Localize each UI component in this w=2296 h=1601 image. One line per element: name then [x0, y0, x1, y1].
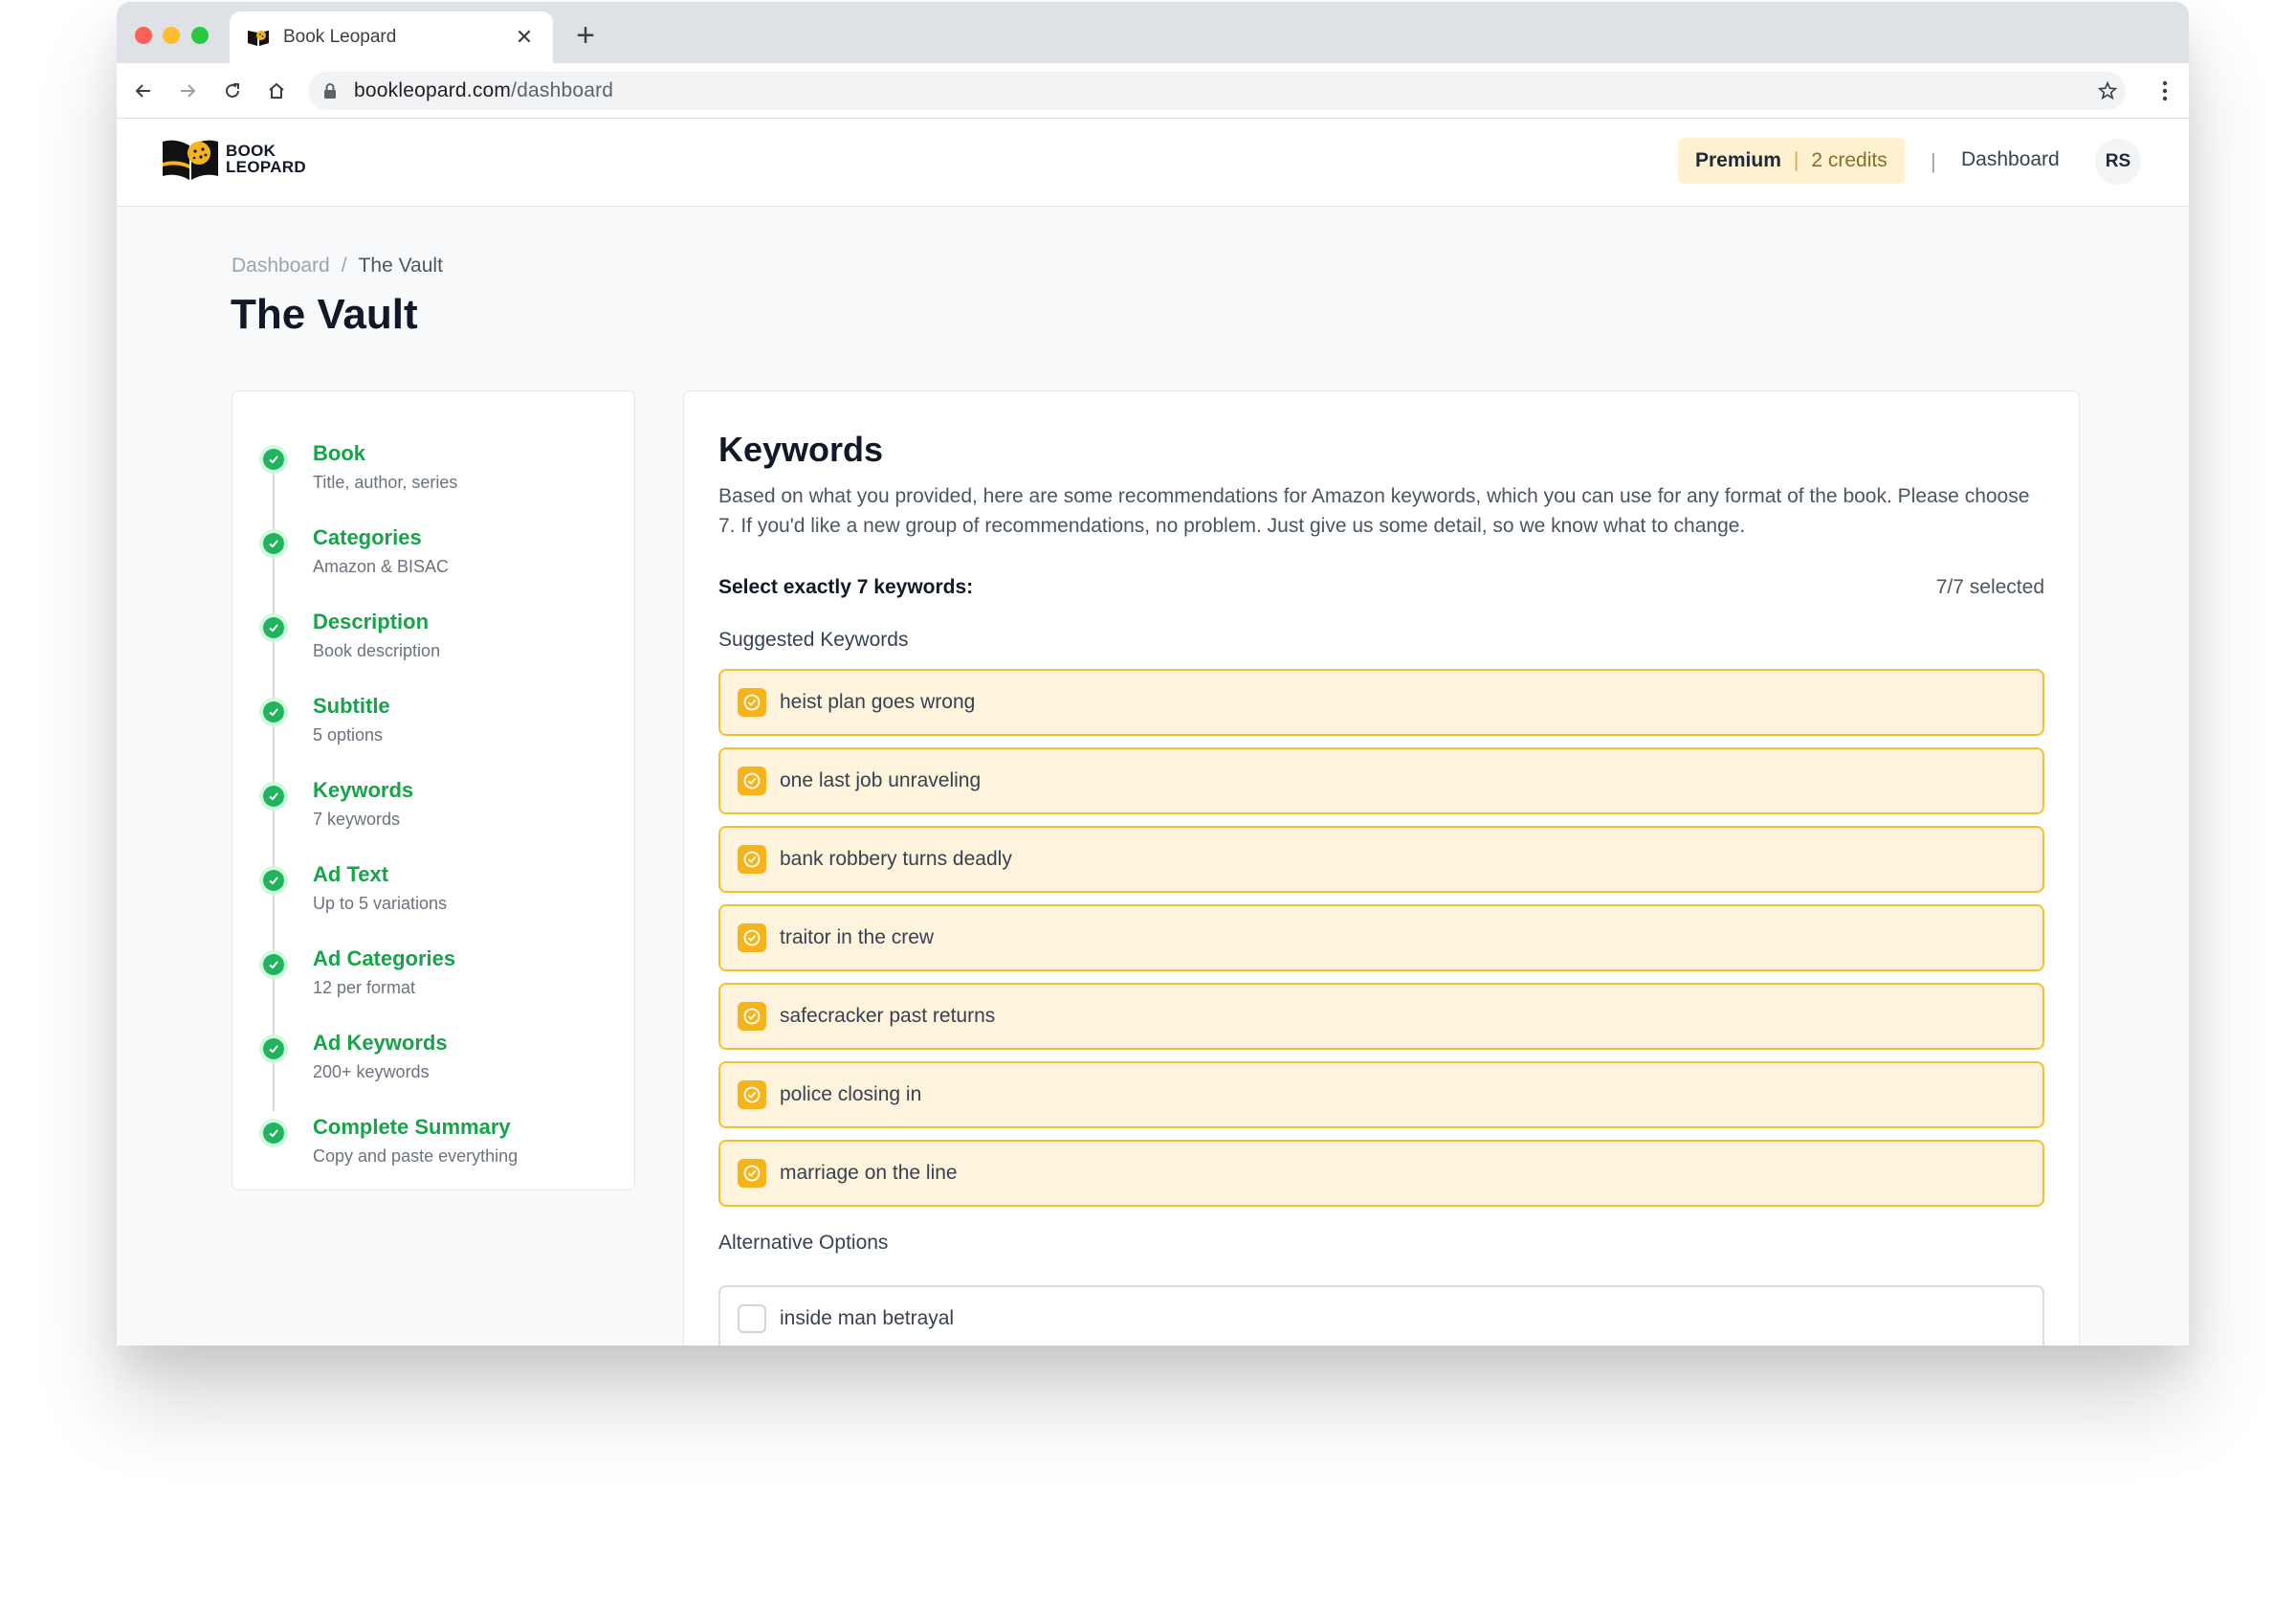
step-title: Ad Keywords	[313, 1031, 448, 1055]
step-title: Keywords	[313, 778, 414, 802]
close-window-button[interactable]	[135, 27, 152, 44]
step-subtitle: Title, author, series	[313, 473, 458, 492]
checked-checkbox-icon[interactable]	[738, 767, 766, 795]
breadcrumb: Dashboard / The Vault	[232, 255, 443, 278]
step-title: Categories	[313, 525, 422, 549]
plan-separator: |	[1793, 149, 1799, 171]
check-circle-icon	[259, 782, 288, 811]
keyword-option[interactable]: marriage on the line	[718, 1140, 2044, 1207]
step-subtitle: 7 keywords	[313, 810, 401, 829]
card-title: Keywords	[718, 430, 884, 469]
card-description: Based on what you provided, here are som…	[718, 485, 2030, 537]
credits-count: 2 credits	[1811, 149, 1888, 171]
select-instruction: Select exactly 7 keywords:	[718, 576, 974, 598]
step-title: Subtitle	[313, 694, 390, 718]
lock-icon	[324, 83, 336, 99]
keyword-text: inside man betrayal	[780, 1307, 955, 1329]
checked-checkbox-icon[interactable]	[738, 923, 766, 952]
step-title: Complete Summary	[313, 1115, 511, 1139]
keyword-option[interactable]: heist plan goes wrong	[718, 669, 2044, 736]
leopard-favicon-icon	[248, 31, 269, 46]
browser-window: Book Leopard ✕ + bookleopard.com/dashboa…	[117, 2, 2189, 1345]
keyword-text: safecracker past returns	[780, 1005, 996, 1027]
forward-arrow-icon[interactable]	[173, 77, 202, 105]
step-subtitle: 5 options	[313, 725, 384, 745]
home-icon[interactable]	[262, 77, 291, 105]
step-subtitle: 200+ keywords	[313, 1062, 430, 1081]
reload-icon[interactable]	[218, 77, 247, 105]
url-text: bookleopard.com/dashboard	[354, 79, 614, 101]
keyword-text: traitor in the crew	[780, 926, 935, 948]
plan-label: Premium	[1695, 149, 1781, 171]
keyword-text: marriage on the line	[780, 1162, 958, 1184]
suggested-keywords-heading: Suggested Keywords	[718, 629, 909, 651]
keyword-option[interactable]: traitor in the crew	[718, 904, 2044, 971]
keyword-option[interactable]: one last job unraveling	[718, 747, 2044, 814]
alternative-options-heading: Alternative Options	[718, 1232, 889, 1254]
browser-tab-bar: Book Leopard ✕ +	[117, 2, 2189, 63]
breadcrumb-separator: /	[341, 255, 347, 277]
checked-checkbox-icon[interactable]	[738, 1159, 766, 1188]
logo-wordmark: BOOK LEOPARD	[226, 142, 306, 176]
check-circle-icon	[259, 866, 288, 895]
step-subtitle: Amazon & BISAC	[313, 557, 450, 576]
breadcrumb-dashboard-link[interactable]: Dashboard	[232, 255, 330, 277]
breadcrumb-current: The Vault	[358, 255, 443, 277]
book-leopard-logo[interactable]: BOOK LEOPARD	[161, 134, 306, 184]
step-title: Ad Categories	[313, 946, 456, 970]
premium-credits-badge[interactable]: Premium | 2 credits	[1678, 138, 1905, 184]
tab-title: Book Leopard	[283, 27, 397, 47]
browser-tab-active[interactable]: Book Leopard ✕	[230, 11, 553, 63]
back-arrow-icon[interactable]	[129, 77, 158, 105]
check-circle-icon	[259, 1119, 288, 1147]
keyword-option[interactable]: police closing in	[718, 1061, 2044, 1128]
address-bar[interactable]: bookleopard.com/dashboard	[308, 72, 2126, 110]
step-title: Book	[313, 441, 365, 465]
check-circle-icon	[259, 1034, 288, 1063]
step-subtitle: 12 per format	[313, 978, 416, 997]
check-circle-icon	[259, 529, 288, 558]
leopard-book-logo-icon	[163, 140, 218, 180]
browser-toolbar: bookleopard.com/dashboard	[117, 63, 2189, 119]
zoom-window-button[interactable]	[191, 27, 209, 44]
keyword-text: one last job unraveling	[780, 769, 982, 791]
step-subtitle: Up to 5 variations	[313, 894, 448, 913]
keyword-option[interactable]: safecracker past returns	[718, 983, 2044, 1050]
check-circle-icon	[259, 698, 288, 726]
check-circle-icon	[259, 445, 288, 474]
keyword-text: bank robbery turns deadly	[780, 848, 1012, 870]
keyword-text: police closing in	[780, 1083, 922, 1105]
tab-close-icon[interactable]: ✕	[513, 25, 536, 50]
unchecked-checkbox[interactable]	[738, 1304, 766, 1333]
checked-checkbox-icon[interactable]	[738, 688, 766, 717]
step-subtitle: Book description	[313, 641, 441, 660]
check-circle-icon	[259, 950, 288, 979]
dashboard-link[interactable]: Dashboard	[1961, 148, 2060, 171]
step-title: Description	[313, 610, 430, 634]
new-tab-button[interactable]: +	[570, 19, 601, 52]
checked-checkbox-icon[interactable]	[738, 845, 766, 874]
minimize-window-button[interactable]	[163, 27, 180, 44]
keywords-card: Keywords Based on what you provided, her…	[683, 390, 2080, 1345]
progress-stepper: Book Title, author, series Categories Amazo…	[232, 390, 635, 1190]
keyword-option[interactable]: bank robbery turns deadly	[718, 826, 2044, 893]
browser-menu-icon[interactable]	[2162, 79, 2168, 102]
app-header: BOOK LEOPARD Premium | 2 credits | Dashb…	[117, 119, 2189, 207]
keyword-text: heist plan goes wrong	[780, 691, 976, 713]
selected-count: 7/7 selected	[1935, 576, 2044, 598]
bookmark-star-icon[interactable]	[2097, 80, 2118, 101]
check-circle-icon	[259, 613, 288, 642]
step-subtitle: Copy and paste everything	[313, 1146, 519, 1166]
checked-checkbox-icon[interactable]	[738, 1002, 766, 1031]
page-title: The Vault	[231, 291, 418, 338]
checked-checkbox-icon[interactable]	[738, 1080, 766, 1109]
step-title: Ad Text	[313, 862, 389, 886]
keyword-option[interactable]: inside man betrayal	[718, 1285, 2044, 1345]
user-avatar[interactable]: RS	[2095, 139, 2141, 185]
header-separator: |	[1931, 149, 1936, 173]
